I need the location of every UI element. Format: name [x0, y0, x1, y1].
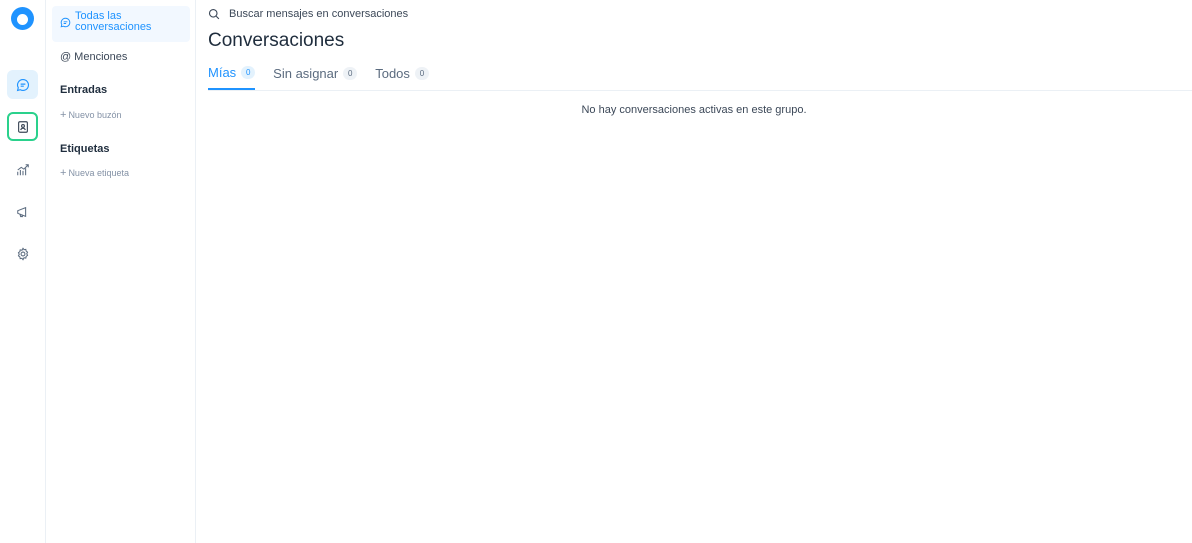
conversations-panel: Buscar mensajes en conversaciones Conver…: [196, 0, 1192, 543]
sidebar-item-all-conversations[interactable]: Todas las conversaciones: [52, 6, 190, 42]
nav-reports-button[interactable]: [7, 155, 38, 184]
conversation-tabs: Mías 0 Sin asignar 0 Todos 0: [208, 60, 1192, 91]
tab-label: Sin asignar: [273, 65, 339, 81]
search-icon: [208, 8, 220, 20]
logo[interactable]: [11, 7, 34, 30]
new-inbox-link[interactable]: + Nuevo buzón: [60, 109, 121, 121]
search-input[interactable]: Buscar mensajes en conversaciones: [229, 8, 408, 20]
sidebar-item-mentions[interactable]: @ Menciones: [60, 51, 127, 63]
nav-conversations-button[interactable]: [7, 70, 38, 99]
gear-icon: [17, 246, 28, 261]
tab-label: Todos: [375, 65, 410, 81]
new-inbox-label: Nuevo buzón: [68, 110, 122, 120]
contacts-icon: [17, 120, 28, 133]
tab-mine[interactable]: Mías 0: [208, 60, 256, 90]
new-label-link[interactable]: + Nueva etiqueta: [60, 167, 129, 179]
chat-bubble-icon: [60, 17, 71, 28]
tab-unassigned[interactable]: Sin asignar 0: [273, 60, 358, 90]
tab-label: Mías: [208, 64, 237, 80]
labels-heading: Etiquetas: [60, 143, 110, 155]
plus-icon: +: [60, 167, 67, 179]
count-badge: 0: [343, 66, 358, 80]
count-badge: 0: [241, 65, 256, 79]
nav-campaigns-button[interactable]: [7, 197, 38, 226]
inboxes-heading: Entradas: [60, 84, 108, 96]
search-bar[interactable]: Buscar mensajes en conversaciones: [208, 8, 408, 20]
app-window: Todas las conversaciones @ Menciones Ent…: [0, 0, 1192, 543]
nav-settings-button[interactable]: [7, 239, 38, 268]
new-label-label: Nueva etiqueta: [68, 168, 129, 178]
megaphone-icon: [16, 206, 26, 217]
count-badge: 0: [414, 66, 429, 80]
empty-state-message: No hay conversaciones activas en este gr…: [581, 104, 807, 116]
secondary-sidebar: Todas las conversaciones @ Menciones Ent…: [46, 0, 196, 543]
tab-all[interactable]: Todos 0: [375, 60, 429, 90]
nav-contacts-button[interactable]: [7, 112, 38, 141]
at-sign-icon: @: [60, 51, 72, 63]
page-title: Conversaciones: [208, 30, 345, 51]
sidebar-item-label: Menciones: [74, 51, 128, 63]
primary-nav-rail: [0, 0, 46, 543]
chat-bubble-icon: [16, 78, 29, 91]
plus-icon: +: [60, 109, 67, 121]
reports-icon: [16, 163, 29, 175]
sidebar-item-label: Todas las conversaciones: [75, 10, 152, 33]
